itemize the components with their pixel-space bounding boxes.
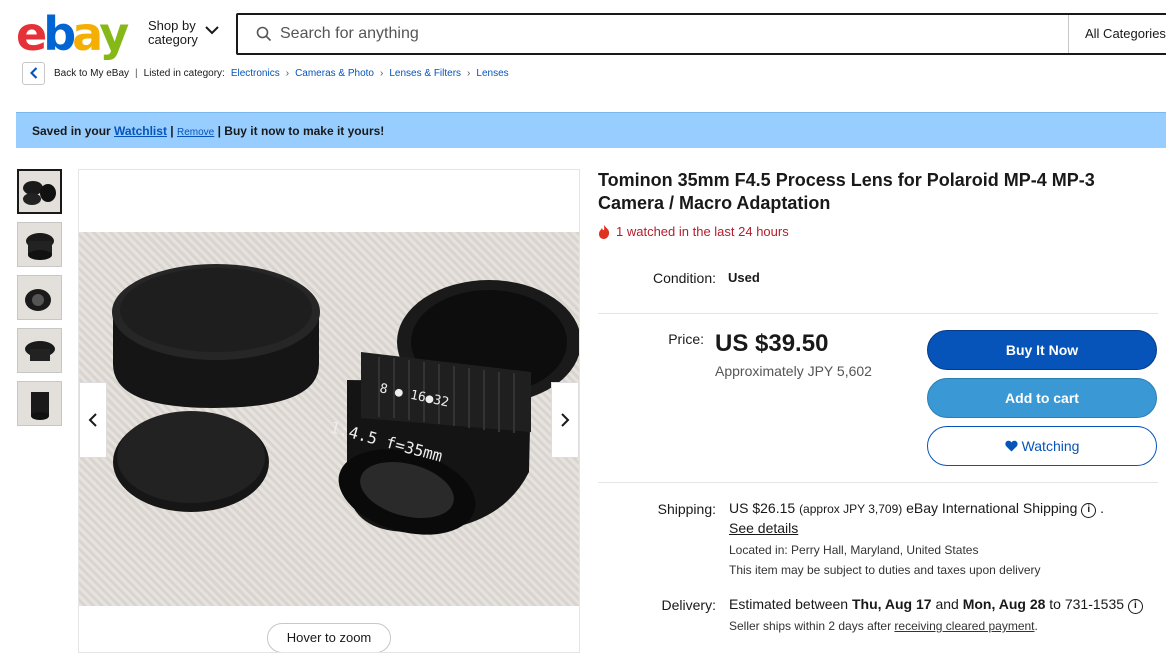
delivery-and: and: [935, 596, 959, 612]
remove-link[interactable]: Remove: [177, 127, 214, 138]
shop-by-line2: category: [148, 32, 198, 47]
thumbnail-2[interactable]: [17, 222, 62, 267]
lens-thumbnail-image: [18, 223, 61, 266]
search-bar: All Categories: [236, 13, 1166, 55]
hover-to-zoom-pill: Hover to zoom: [267, 623, 391, 652]
thumbnail-4[interactable]: [17, 328, 62, 373]
logo-letter-y: y: [99, 7, 129, 61]
thumbnail-5[interactable]: [17, 381, 62, 426]
seller-ships-notice: Seller ships within 2 days after receivi…: [729, 619, 1038, 633]
chevron-right-icon: [561, 413, 570, 427]
lens-product-image: 8 ● 16●32 1:4.5 f=35mm: [112, 264, 579, 535]
all-categories-select[interactable]: All Categories: [1068, 15, 1166, 53]
lens-thumbnail-image: [18, 382, 61, 425]
header: ebay Shop by category All Categories: [0, 0, 1166, 60]
watchlist-link[interactable]: Watchlist: [114, 124, 167, 138]
thumbnail-3[interactable]: [17, 275, 62, 320]
lens-thumbnail-image: [18, 329, 61, 372]
add-to-cart-button[interactable]: Add to cart: [927, 378, 1157, 418]
back-to-my-ebay-link[interactable]: Back to My eBay: [54, 68, 129, 79]
receiving-payment-link[interactable]: receiving cleared payment: [894, 619, 1034, 633]
delivery-estimated: Estimated between: [729, 596, 849, 612]
shipping-cost: US $26.15: [729, 500, 796, 516]
shop-by-category-button[interactable]: Shop by category: [148, 19, 198, 47]
shipping-method: eBay International Shipping: [906, 500, 1078, 516]
divider: [598, 482, 1158, 483]
breadcrumb: Back to My eBay | Listed in category: El…: [22, 61, 509, 85]
approx-price: Approximately JPY 5,602: [715, 363, 872, 379]
listing-title: Tominon 35mm F4.5 Process Lens for Polar…: [598, 170, 1095, 213]
thumbnail-1[interactable]: [17, 169, 62, 214]
delivery-date-to: Mon, Aug 28: [962, 596, 1046, 612]
item-location: Located in: Perry Hall, Maryland, United…: [729, 543, 979, 557]
breadcrumb-item-lenses[interactable]: Lenses: [476, 68, 508, 79]
chevron-right-icon: ›: [285, 67, 290, 79]
watchlist-banner: Saved in your Watchlist | Remove | Buy i…: [16, 112, 1166, 148]
shipping-approx: (approx JPY 3,709): [799, 502, 903, 516]
delivery-date-from: Thu, Aug 17: [851, 596, 932, 612]
condition-value: Used: [728, 270, 760, 285]
main-image-viewer[interactable]: 8 ● 16●32 1:4.5 f=35mm Hover to zoom: [78, 169, 580, 653]
product-photo: 8 ● 16●32 1:4.5 f=35mm: [79, 232, 579, 606]
watching-label: Watching: [1021, 438, 1080, 454]
logo-letter-e: e: [16, 7, 47, 61]
divider: [598, 313, 1158, 314]
breadcrumb-divider: |: [135, 67, 138, 79]
chevron-right-icon: ›: [467, 67, 471, 79]
shop-by-line1: Shop by: [148, 18, 196, 33]
seller-ships-period: .: [1034, 619, 1038, 633]
search-icon: [256, 26, 272, 42]
price-value: US $39.50: [715, 330, 829, 357]
listed-in-label: Listed in category:: [143, 67, 225, 79]
price-label: Price:: [668, 331, 704, 347]
buy-it-now-button[interactable]: Buy It Now: [927, 330, 1157, 370]
breadcrumb-item-electronics[interactable]: Electronics: [231, 68, 280, 79]
info-icon[interactable]: i: [1127, 599, 1143, 614]
info-icon[interactable]: i: [1081, 503, 1097, 518]
chevron-down-icon[interactable]: [205, 26, 219, 35]
duties-notice: This item may be subject to duties and t…: [729, 563, 1041, 577]
chevron-right-icon: ›: [380, 67, 384, 79]
banner-separator: |: [170, 124, 174, 138]
logo-letter-a: a: [72, 7, 103, 61]
condition-label: Condition:: [652, 270, 716, 286]
breadcrumb-item-cameras-photo[interactable]: Cameras & Photo: [295, 68, 374, 79]
ebay-logo[interactable]: ebay: [16, 7, 129, 61]
breadcrumb-item-lenses-filters[interactable]: Lenses & Filters: [389, 68, 461, 79]
shipping-label: Shipping:: [657, 501, 716, 517]
see-details-link[interactable]: See details: [729, 520, 798, 536]
shipping-period: .: [1100, 500, 1105, 516]
delivery-estimate: Estimated between Thu, Aug 17 and Mon, A…: [729, 596, 1143, 614]
back-button[interactable]: [22, 61, 45, 85]
watch-count-notice: 1 watched in the last 24 hours: [598, 224, 789, 239]
seller-ships-text: Seller ships within 2 days after: [729, 619, 892, 633]
delivery-label: Delivery:: [661, 597, 716, 613]
search-input[interactable]: [280, 15, 1060, 53]
delivery-zip: to 731-1535: [1049, 596, 1125, 612]
lens-thumbnail-image: [18, 276, 61, 319]
fire-icon: [599, 224, 610, 239]
heart-icon: [1004, 440, 1018, 452]
banner-message: | Buy it now to make it yours!: [217, 124, 385, 138]
watching-button[interactable]: Watching: [927, 426, 1157, 466]
logo-letter-b: b: [43, 7, 76, 61]
banner-saved-text: Saved in your: [32, 124, 111, 138]
prev-image-button[interactable]: [79, 382, 107, 458]
thumbnail-list: [17, 169, 63, 434]
shipping-details: US $26.15 (approx JPY 3,709) eBay Intern…: [729, 500, 1104, 518]
chevron-left-icon: [88, 413, 97, 427]
watched-text: 1 watched in the last 24 hours: [616, 224, 789, 239]
next-image-button[interactable]: [551, 382, 579, 458]
chevron-left-icon: [29, 67, 37, 79]
lens-thumbnail-image: [19, 171, 60, 212]
